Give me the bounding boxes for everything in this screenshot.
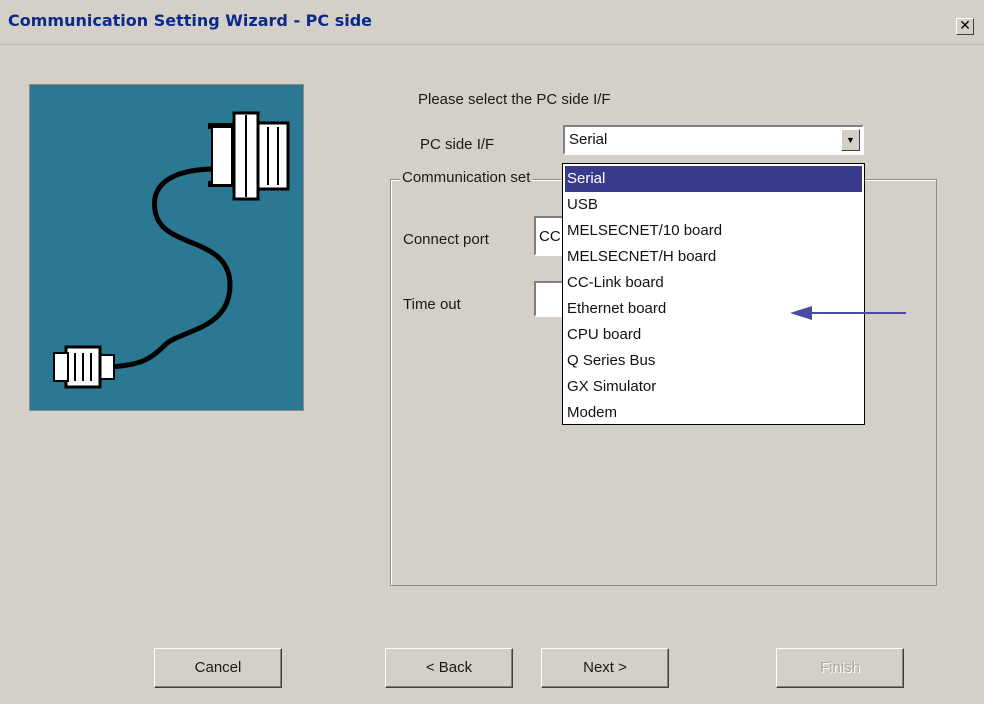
dropdown-option[interactable]: Serial [565,166,862,192]
dropdown-option[interactable]: CPU board [565,322,862,348]
close-icon[interactable]: ✕ [956,18,974,35]
connect-port-label: Connect port [403,231,489,248]
serial-cable-icon [29,84,304,411]
prompt-text: Please select the PC side I/F [418,91,611,108]
pc-side-dropdown-list[interactable]: Serial USB MELSECNET/10 board MELSECNET/… [562,163,865,425]
pc-side-label: PC side I/F [420,136,495,153]
timeout-label: Time out [403,296,461,313]
window-title: Communication Setting Wizard - PC side [8,11,372,30]
dropdown-option[interactable]: MELSECNET/10 board [565,218,862,244]
dropdown-option[interactable]: USB [565,192,862,218]
pc-side-select[interactable]: Serial ▼ [563,125,864,155]
dropdown-option[interactable]: MELSECNET/H board [565,244,862,270]
dropdown-option[interactable]: Modem [565,400,862,426]
pc-side-value: Serial [569,131,608,148]
group-title: Communication set [400,169,533,186]
annotation-arrow-icon [790,306,906,320]
chevron-down-icon[interactable]: ▼ [841,129,860,151]
finish-button[interactable]: Finish [776,648,904,688]
connect-port-value: CC [539,228,561,245]
next-button[interactable]: Next > [541,648,669,688]
dropdown-option[interactable]: CC-Link board [565,270,862,296]
dropdown-option[interactable]: GX Simulator [565,374,862,400]
title-bar: Communication Setting Wizard - PC side ✕ [0,0,984,45]
cancel-button[interactable]: Cancel [154,648,282,688]
dropdown-option[interactable]: Q Series Bus [565,348,862,374]
back-button[interactable]: < Back [385,648,513,688]
